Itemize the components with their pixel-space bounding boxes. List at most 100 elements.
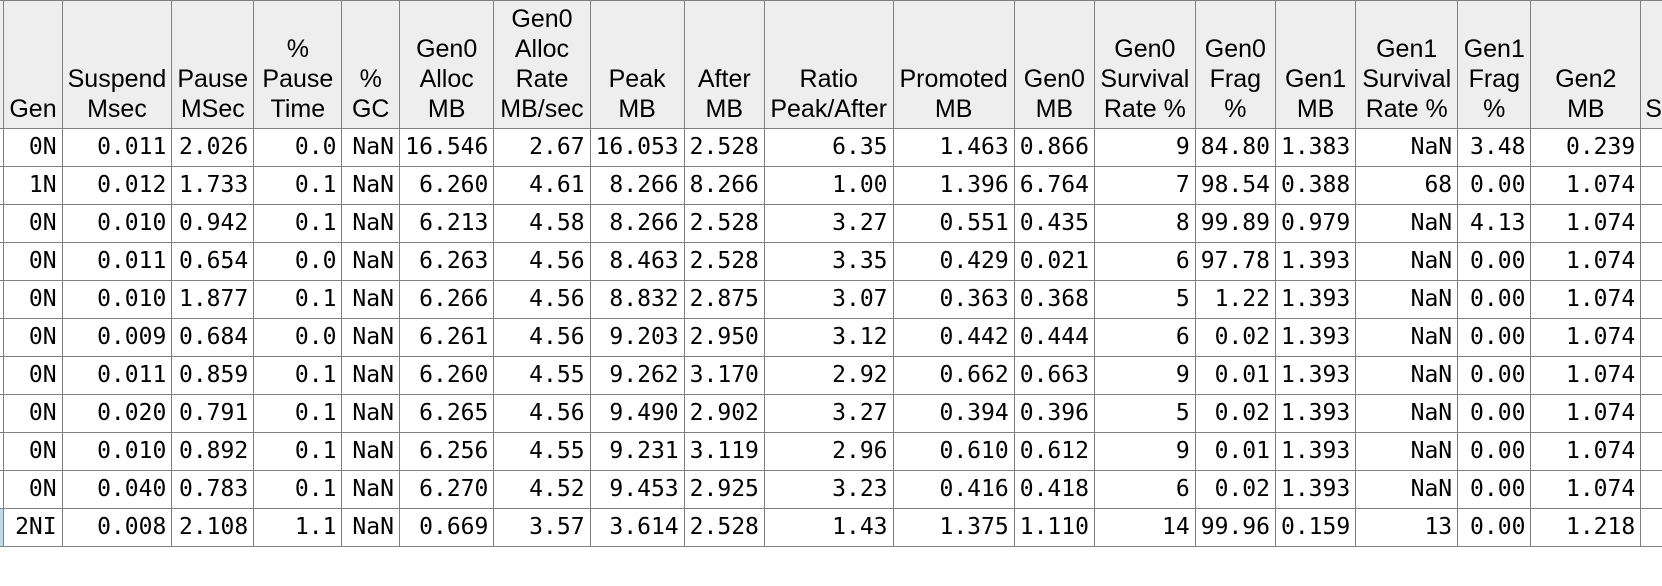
cell-peak[interactable]: 9.262 [589,356,685,395]
cell-gen0alloc[interactable]: 6.266 [398,280,495,319]
cell-pct_pause[interactable]: 0.1 [253,394,343,433]
cell-promoted[interactable]: 0.610 [892,432,1015,471]
cell-gen1frag[interactable]: 0.00 [1457,394,1532,433]
cell-gen0surv[interactable]: 6 [1093,318,1196,357]
cell-gen0mb[interactable]: 0.444 [1013,318,1095,357]
table-row[interactable]: 0N 0.011 0.654 0.0 NaN 6.263 4.56 8.463 2.528 3.3… [0,242,1662,281]
cell-after[interactable]: 2.528 [683,242,765,281]
column-header-gen0mb[interactable]: Gen0 MB [1013,0,1095,129]
cell-peak[interactable]: 8.832 [589,280,685,319]
cell-gen1frag[interactable]: 0.00 [1457,318,1532,357]
cell-gen1mb[interactable]: 0.159 [1274,508,1357,547]
cell-ratio[interactable]: 1.00 [763,166,894,205]
cell-gen1mb[interactable]: 1.393 [1274,394,1357,433]
cell-pct_pause[interactable]: 0.1 [253,470,343,509]
column-header-gen2mb[interactable]: Gen2 MB [1530,0,1642,129]
cell-promoted[interactable]: 0.394 [892,394,1015,433]
cell-pause[interactable]: 0.892 [171,432,255,471]
cell-pct_gc[interactable]: NaN [341,356,400,395]
cell-peak[interactable]: 8.463 [589,242,685,281]
cell-gen0frag[interactable]: 1.22 [1194,280,1276,319]
cell-gen[interactable]: 0N [3,128,63,167]
cell-gen2mb[interactable]: 1.074 [1530,394,1642,433]
cell-gen0rate[interactable]: 4.56 [493,394,591,433]
cell-gen0surv[interactable]: 14 [1093,508,1196,547]
cell-gen0frag[interactable]: 0.01 [1194,432,1276,471]
cell-gen1surv[interactable]: NaN [1355,318,1459,357]
cell-gen2mb[interactable]: 1.074 [1530,356,1642,395]
cell-pct_gc[interactable]: NaN [341,318,400,357]
column-header-gen0alloc[interactable]: Gen0 Alloc MB [398,0,495,129]
cell-gen0mb[interactable]: 0.418 [1013,470,1095,509]
cell-suspend[interactable]: 0.008 [61,508,173,547]
cell-pct_pause[interactable]: 0.1 [253,356,343,395]
cell-gen1mb[interactable]: 1.393 [1274,432,1357,471]
cell-clipped[interactable] [1640,128,1662,167]
table-row[interactable]: 1N 0.012 1.733 0.1 NaN 6.260 4.61 8.266 8.266 1.0… [0,166,1662,205]
cell-clipped[interactable] [1640,166,1662,205]
cell-gen0mb[interactable]: 6.764 [1013,166,1095,205]
cell-pct_pause[interactable]: 0.1 [253,280,343,319]
cell-clipped[interactable] [1640,432,1662,471]
cell-clipped[interactable] [1640,204,1662,243]
cell-promoted[interactable]: 0.662 [892,356,1015,395]
cell-pct_gc[interactable]: NaN [341,394,400,433]
cell-peak[interactable]: 8.266 [589,204,685,243]
cell-ratio[interactable]: 3.12 [763,318,894,357]
cell-gen0surv[interactable]: 5 [1093,394,1196,433]
table-row[interactable]: 0N 0.011 2.026 0.0 NaN 16.546 2.67 16.053 2.528 6… [0,128,1662,167]
cell-pause[interactable]: 1.877 [171,280,255,319]
cell-gen0surv[interactable]: 6 [1093,242,1196,281]
cell-gen0alloc[interactable]: 6.263 [398,242,495,281]
cell-ratio[interactable]: 1.43 [763,508,894,547]
column-header-gen1mb[interactable]: Gen1 MB [1274,0,1357,129]
cell-gen1surv[interactable]: NaN [1355,470,1459,509]
cell-clipped[interactable] [1640,280,1662,319]
cell-gen0mb[interactable]: 1.110 [1013,508,1095,547]
cell-promoted[interactable]: 1.375 [892,508,1015,547]
cell-gen0alloc[interactable]: 6.260 [398,166,495,205]
cell-gen1frag[interactable]: 0.00 [1457,356,1532,395]
cell-ratio[interactable]: 6.35 [763,128,894,167]
column-header-gen0frag[interactable]: Gen0 Frag% [1194,0,1276,129]
cell-gen1frag[interactable]: 0.00 [1457,166,1532,205]
cell-gen2mb[interactable]: 1.074 [1530,318,1642,357]
table-row[interactable]: 0N 0.009 0.684 0.0 NaN 6.261 4.56 9.203 2.950 3.1… [0,318,1662,357]
cell-pause[interactable]: 1.733 [171,166,255,205]
cell-pct_pause[interactable]: 0.1 [253,432,343,471]
cell-gen2mb[interactable]: 1.074 [1530,280,1642,319]
cell-after[interactable]: 3.119 [683,432,765,471]
cell-gen2mb[interactable]: 1.218 [1530,508,1642,547]
cell-suspend[interactable]: 0.010 [61,204,173,243]
cell-gen0surv[interactable]: 6 [1093,470,1196,509]
table-row[interactable]: 0N 0.011 0.859 0.1 NaN 6.260 4.55 9.262 3.170 2.9… [0,356,1662,395]
cell-gen0frag[interactable]: 0.02 [1194,470,1276,509]
column-header-ratio[interactable]: Ratio Peak/After [763,0,894,129]
cell-gen1surv[interactable]: NaN [1355,128,1459,167]
table-row[interactable]: 2NI 0.008 2.108 1.1 NaN 0.669 3.57 3.614 2.528 1.… [0,508,1662,547]
cell-gen0mb[interactable]: 0.435 [1013,204,1095,243]
column-header-gen[interactable]: Gen [3,0,63,129]
cell-gen0surv[interactable]: 5 [1093,280,1196,319]
cell-gen1surv[interactable]: NaN [1355,242,1459,281]
cell-gen2mb[interactable]: 0.239 [1530,128,1642,167]
cell-gen0rate[interactable]: 4.61 [493,166,591,205]
cell-after[interactable]: 8.266 [683,166,765,205]
cell-gen0frag[interactable]: 84.80 [1194,128,1276,167]
cell-suspend[interactable]: 0.020 [61,394,173,433]
cell-ratio[interactable]: 3.27 [763,204,894,243]
cell-after[interactable]: 2.528 [683,204,765,243]
cell-suspend[interactable]: 0.011 [61,128,173,167]
table-row[interactable]: 0N 0.020 0.791 0.1 NaN 6.265 4.56 9.490 2.902 3.2… [0,394,1662,433]
cell-gen0alloc[interactable]: 6.256 [398,432,495,471]
cell-clipped[interactable] [1640,356,1662,395]
column-header-pause[interactable]: Pause MSec [171,0,255,129]
cell-pct_gc[interactable]: NaN [341,432,400,471]
cell-pause[interactable]: 0.942 [171,204,255,243]
cell-gen0rate[interactable]: 4.56 [493,280,591,319]
cell-suspend[interactable]: 0.040 [61,470,173,509]
cell-gen0frag[interactable]: 97.78 [1194,242,1276,281]
cell-gen0surv[interactable]: 9 [1093,432,1196,471]
cell-gen1mb[interactable]: 0.388 [1274,166,1357,205]
cell-gen0mb[interactable]: 0.663 [1013,356,1095,395]
